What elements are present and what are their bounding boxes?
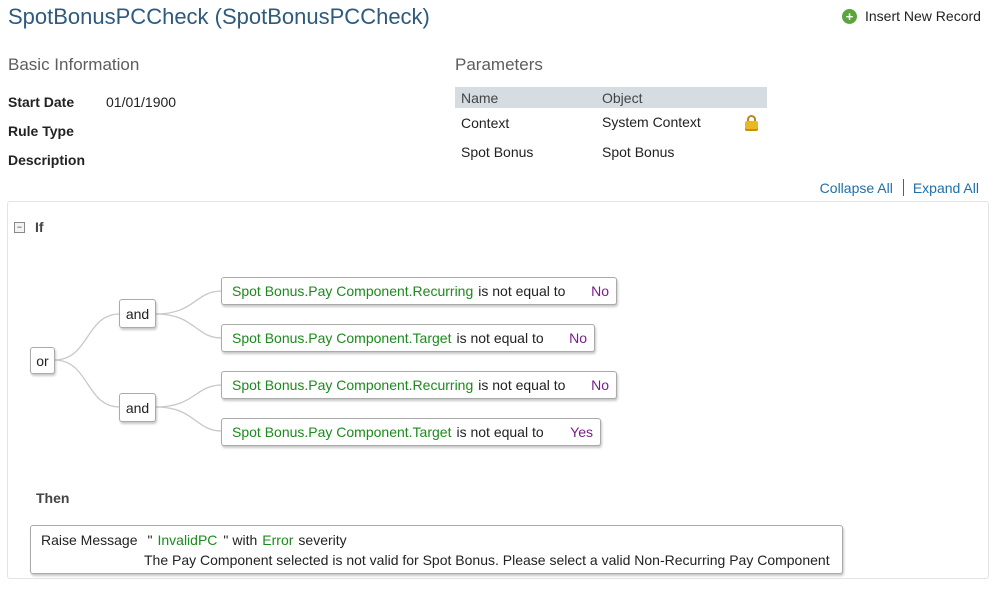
- or-operator-node[interactable]: or: [30, 347, 55, 374]
- condition-node[interactable]: Spot Bonus.Pay Component.Target is not e…: [221, 324, 595, 352]
- condition-node[interactable]: Spot Bonus.Pay Component.Recurring is no…: [221, 371, 617, 399]
- action-summary: Raise Message " InvalidPC " with Error s…: [41, 530, 842, 549]
- condition-field: Spot Bonus.Pay Component.Recurring: [232, 283, 474, 299]
- message-text: The Pay Component selected is not valid …: [144, 552, 830, 568]
- condition-field: Spot Bonus.Pay Component.Target: [232, 424, 452, 440]
- condition-value: No: [591, 283, 609, 299]
- condition-value: No: [591, 377, 609, 393]
- condition-comparator: is not equal to: [456, 424, 544, 440]
- with-text: with: [232, 531, 258, 548]
- quote-open: ": [147, 531, 153, 548]
- condition-field: Spot Bonus.Pay Component.Target: [232, 330, 452, 346]
- action-node[interactable]: Raise Message " InvalidPC " with Error s…: [30, 525, 843, 574]
- severity-suffix: severity: [298, 531, 347, 548]
- condition-value: Yes: [570, 424, 593, 440]
- and-operator-node[interactable]: and: [119, 299, 156, 328]
- action-verb: Raise Message: [41, 531, 138, 548]
- condition-node[interactable]: Spot Bonus.Pay Component.Target is not e…: [221, 418, 601, 446]
- then-label: Then: [36, 490, 70, 506]
- message-key: InvalidPC: [157, 531, 218, 548]
- severity-value: Error: [262, 531, 294, 548]
- condition-comparator: is not equal to: [456, 330, 544, 346]
- condition-node[interactable]: Spot Bonus.Pay Component.Recurring is no…: [221, 277, 617, 305]
- and-operator-node[interactable]: and: [119, 393, 156, 422]
- condition-field: Spot Bonus.Pay Component.Recurring: [232, 377, 474, 393]
- condition-comparator: is not equal to: [478, 377, 566, 393]
- condition-value: No: [569, 330, 587, 346]
- condition-comparator: is not equal to: [478, 283, 566, 299]
- quote-close: ": [223, 531, 229, 548]
